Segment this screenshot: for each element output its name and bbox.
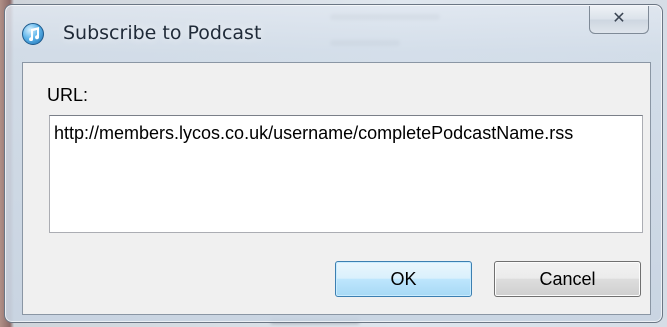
url-input[interactable]: http://members.lycos.co.uk/username/comp… xyxy=(49,115,643,233)
ok-button[interactable]: OK xyxy=(335,261,472,297)
url-label: URL: xyxy=(47,85,89,105)
close-icon: ✕ xyxy=(612,8,626,27)
title-bar[interactable]: Subscribe to Podcast ✕ xyxy=(5,5,662,61)
dialog-title: Subscribe to Podcast xyxy=(63,22,262,44)
close-button[interactable]: ✕ xyxy=(589,6,649,34)
subscribe-podcast-dialog: Subscribe to Podcast ✕ URL: http://membe… xyxy=(4,4,663,323)
dialog-content: URL: http://members.lycos.co.uk/username… xyxy=(22,62,651,315)
cancel-button[interactable]: Cancel xyxy=(494,261,641,297)
itunes-icon xyxy=(22,23,44,45)
music-note-icon xyxy=(29,27,40,41)
